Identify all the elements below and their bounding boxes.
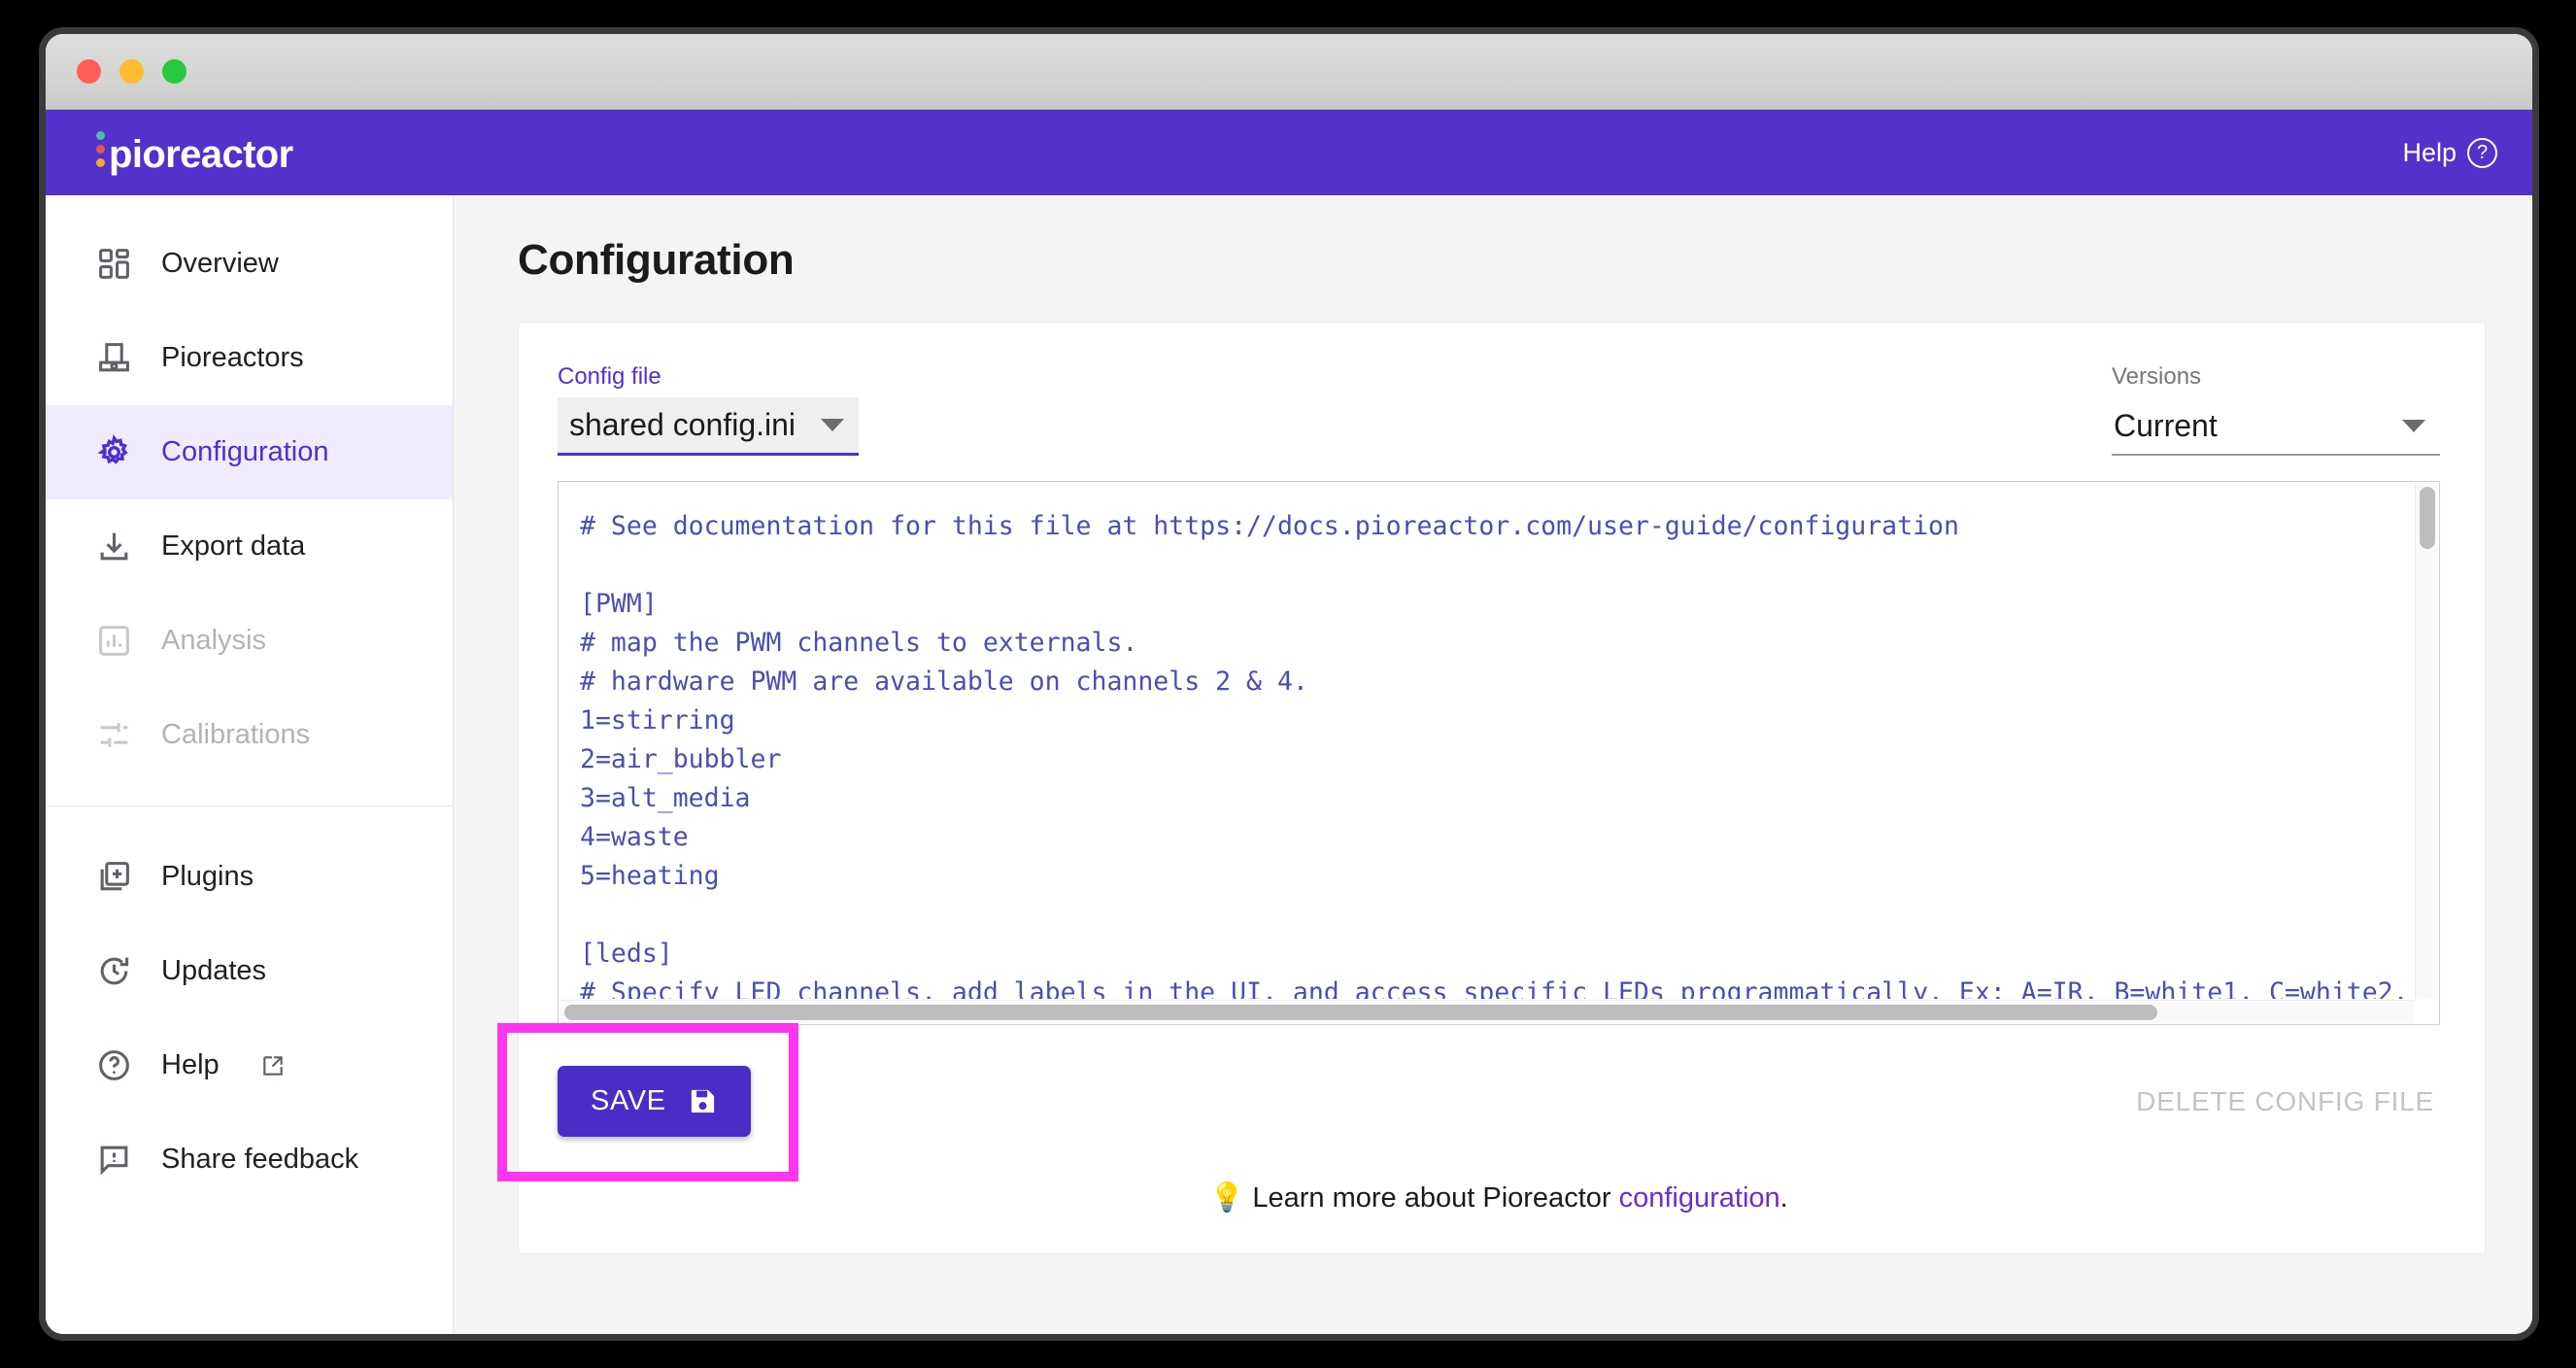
sidebar-item-label: Share feedback (161, 1144, 359, 1175)
sidebar-item-share-feedback[interactable]: Share feedback (46, 1112, 453, 1207)
vertical-scrollbar[interactable] (2415, 483, 2438, 999)
sidebar-item-label: Overview (161, 248, 279, 279)
pioreactor-logo[interactable]: pioreactor (96, 131, 293, 174)
maximize-window-button[interactable] (162, 59, 186, 84)
sidebar-item-label: Plugins (161, 861, 254, 892)
help-circle-icon (96, 1047, 132, 1083)
sidebar: Overview Pioreactors Configuration Expor… (46, 195, 454, 1334)
main-content: Configuration Config file shared config.… (454, 195, 2532, 1334)
logo-dots-icon (96, 131, 105, 174)
sidebar-divider (46, 805, 453, 806)
pioreactor-icon (96, 340, 132, 376)
sidebar-item-help[interactable]: Help (46, 1018, 453, 1112)
sliders-icon (96, 717, 132, 753)
save-button[interactable]: SAVE (558, 1066, 751, 1137)
browser-window: pioreactor Help ? Overview Pioreactors C… (46, 34, 2532, 1334)
sidebar-item-label: Updates (161, 955, 267, 986)
versions-label: Versions (2112, 363, 2202, 390)
minimize-window-button[interactable] (119, 59, 144, 84)
sidebar-item-overview[interactable]: Overview (46, 217, 453, 311)
sidebar-item-label: Calibrations (161, 719, 311, 750)
sidebar-item-plugins[interactable]: Plugins (46, 830, 453, 924)
download-icon (96, 529, 132, 564)
vertical-scrollbar-thumb[interactable] (2420, 487, 2435, 549)
chevron-down-icon (2402, 419, 2425, 432)
question-circle-icon: ? (2467, 137, 2497, 168)
header-help-link[interactable]: Help ? (2402, 137, 2497, 168)
history-icon (96, 953, 132, 989)
sidebar-item-label: Pioreactors (161, 342, 304, 373)
lightbulb-icon: 💡 (1209, 1182, 1245, 1214)
config-file-select[interactable]: shared config.ini (558, 397, 859, 456)
save-floppy-icon (688, 1086, 718, 1116)
dashboard-icon (96, 246, 132, 282)
footer-note-text: Learn more about Pioreactor (1252, 1182, 1619, 1214)
traffic-lights (77, 59, 186, 84)
sidebar-item-label: Help (161, 1049, 220, 1080)
sidebar-item-label: Analysis (161, 625, 266, 656)
config-editor[interactable]: # See documentation for this file at htt… (558, 481, 2440, 1025)
gear-icon (96, 434, 132, 470)
sidebar-item-calibrations: Calibrations (46, 688, 453, 782)
sidebar-item-analysis: Analysis (46, 594, 453, 688)
config-file-value: shared config.ini (569, 407, 797, 442)
card-actions: SAVE DELETE CONFIG FILE (497, 1023, 2440, 1181)
app-header: pioreactor Help ? (46, 110, 2532, 195)
sidebar-item-label: Configuration (161, 436, 329, 467)
window-titlebar (46, 34, 2532, 110)
brand-name: pioreactor (109, 133, 293, 176)
versions-select[interactable]: Current (2112, 397, 2440, 456)
sidebar-item-label: Export data (161, 530, 306, 562)
sidebar-item-pioreactors[interactable]: Pioreactors (46, 311, 453, 405)
app-body: Overview Pioreactors Configuration Expor… (46, 195, 2532, 1334)
config-file-label: Config file (558, 363, 661, 390)
save-button-label: SAVE (591, 1085, 666, 1116)
feedback-icon (96, 1142, 132, 1178)
config-file-field: Config file shared config.ini (558, 365, 859, 456)
horizontal-scrollbar-thumb[interactable] (564, 1005, 2157, 1020)
screen: pioreactor Help ? Overview Pioreactors C… (0, 0, 2576, 1368)
sidebar-item-export-data[interactable]: Export data (46, 499, 453, 594)
config-editor-text[interactable]: # See documentation for this file at htt… (559, 482, 2414, 999)
close-window-button[interactable] (77, 59, 101, 84)
configuration-card: Config file shared config.ini Versions C… (497, 322, 2486, 1254)
bar-chart-icon (96, 623, 132, 659)
configuration-doc-link[interactable]: configuration (1619, 1182, 1780, 1214)
footer-note: 💡 Learn more about Pioreactor configurati… (558, 1181, 2440, 1214)
page-title: Configuration (518, 236, 795, 284)
versions-field: Versions Current (2112, 365, 2440, 456)
footer-note-suffix: . (1779, 1182, 1788, 1214)
card-toolbar: Config file shared config.ini Versions C… (558, 365, 2440, 456)
chevron-down-icon (821, 419, 844, 431)
sidebar-item-updates[interactable]: Updates (46, 924, 453, 1018)
save-button-wrapper: SAVE (497, 1023, 798, 1181)
delete-config-file-button: DELETE CONFIG FILE (2136, 1085, 2434, 1116)
horizontal-scrollbar[interactable] (559, 1000, 2414, 1023)
external-link-icon (260, 1053, 286, 1078)
sidebar-item-configuration[interactable]: Configuration (46, 405, 453, 499)
header-help-label: Help (2402, 137, 2457, 167)
versions-value: Current (2114, 407, 2218, 443)
plugin-add-icon (96, 859, 132, 895)
